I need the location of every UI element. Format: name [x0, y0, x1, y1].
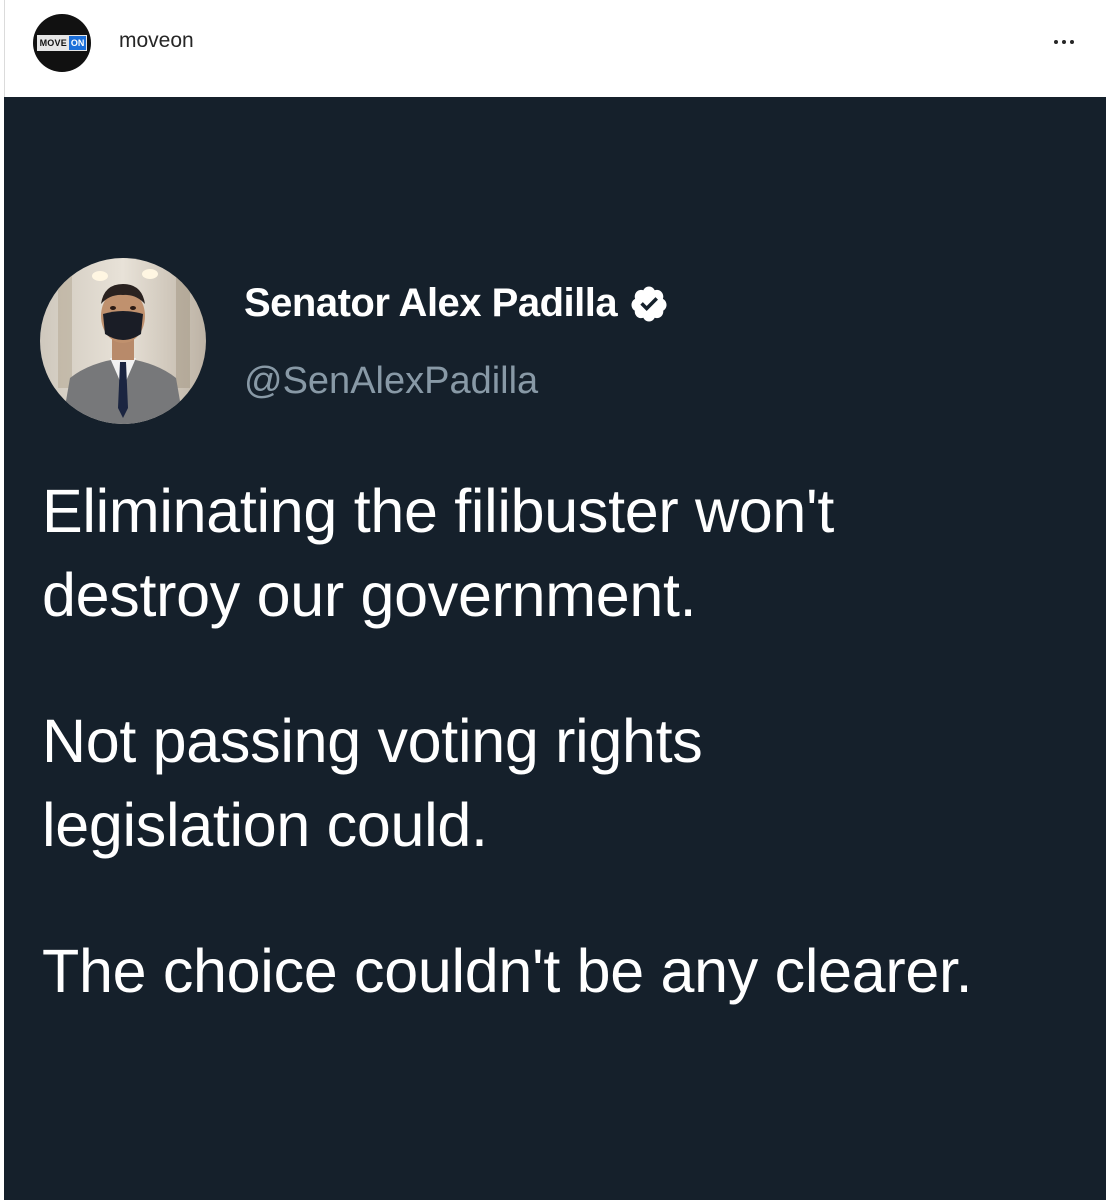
more-options-icon [1054, 40, 1058, 44]
post-header: MOVE ON moveon [4, 0, 1106, 97]
tweet-display-name: Senator Alex Padilla [244, 281, 618, 325]
tweet-paragraph: Eliminating the filibuster won't destroy… [42, 477, 835, 629]
tweet-text: Eliminating the filibuster won't destroy… [42, 469, 1082, 1075]
profile-photo [40, 258, 206, 424]
logo-move-text: MOVE [37, 36, 69, 50]
tweet-paragraph: Not passing voting rights legislation co… [42, 707, 703, 859]
tweet-name-row: Senator Alex Padilla [244, 281, 669, 326]
account-name-link[interactable]: moveon [119, 29, 194, 53]
post-image-tweet[interactable]: Senator Alex Padilla @SenAlexPadilla Eli… [4, 97, 1106, 1200]
moveon-logo-icon: MOVE ON [36, 35, 88, 51]
tweet-avatar [40, 258, 206, 424]
verified-badge-icon [631, 286, 667, 321]
tweet-paragraph: The choice couldn't be any clearer. [42, 937, 973, 1005]
more-options-button[interactable] [1048, 30, 1080, 54]
account-avatar[interactable]: MOVE ON [33, 14, 91, 72]
instagram-post: MOVE ON moveon Senator Alex Padilla @Sen… [0, 0, 1106, 1200]
tweet-handle: @SenAlexPadilla [244, 360, 539, 402]
more-options-icon [1062, 40, 1066, 44]
more-options-icon [1070, 40, 1074, 44]
logo-on-text: ON [68, 36, 87, 50]
